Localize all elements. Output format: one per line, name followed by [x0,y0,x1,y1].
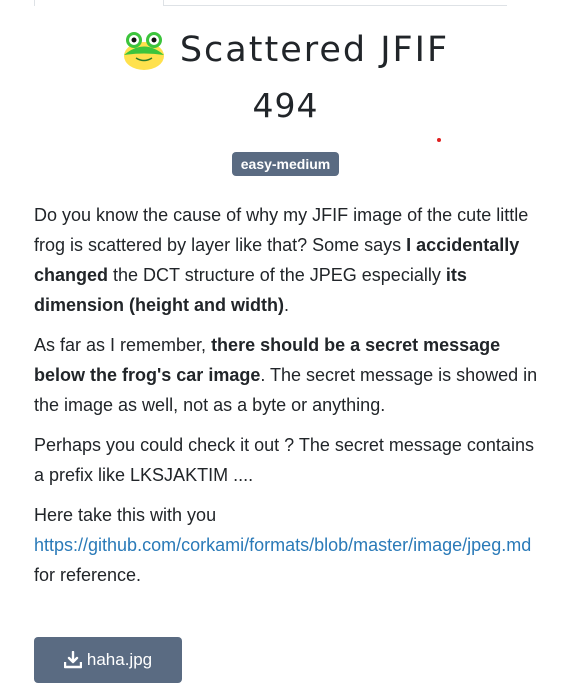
download-icon [63,651,82,669]
challenge-description: Do you know the cause of why my JFIF ima… [34,200,539,600]
tab-active[interactable] [34,0,164,6]
challenge-title: Scattered JFIF [179,30,450,70]
challenge-points: 494 [252,86,319,125]
description-paragraph-2: As far as I remember, there should be a … [34,335,538,415]
difficulty-badge: easy-medium [231,152,340,176]
download-label: haha.jpg [86,650,153,669]
frog-icon [123,32,164,70]
description-paragraph-1: Do you know the cause of why my JFIF ima… [34,205,529,315]
red-dot [437,138,441,142]
description-paragraph-3: Perhaps you could check it out ? The sec… [34,435,534,485]
tab-strip [34,0,507,6]
description-paragraph-4: Here take this with you https://github.c… [34,505,532,585]
reference-link[interactable]: https://github.com/corkami/formats/blob/… [34,535,531,555]
challenge-header: Scattered JFIF [0,28,571,72]
download-button[interactable]: haha.jpg [34,637,182,683]
badge-row: easy-medium [0,152,571,176]
